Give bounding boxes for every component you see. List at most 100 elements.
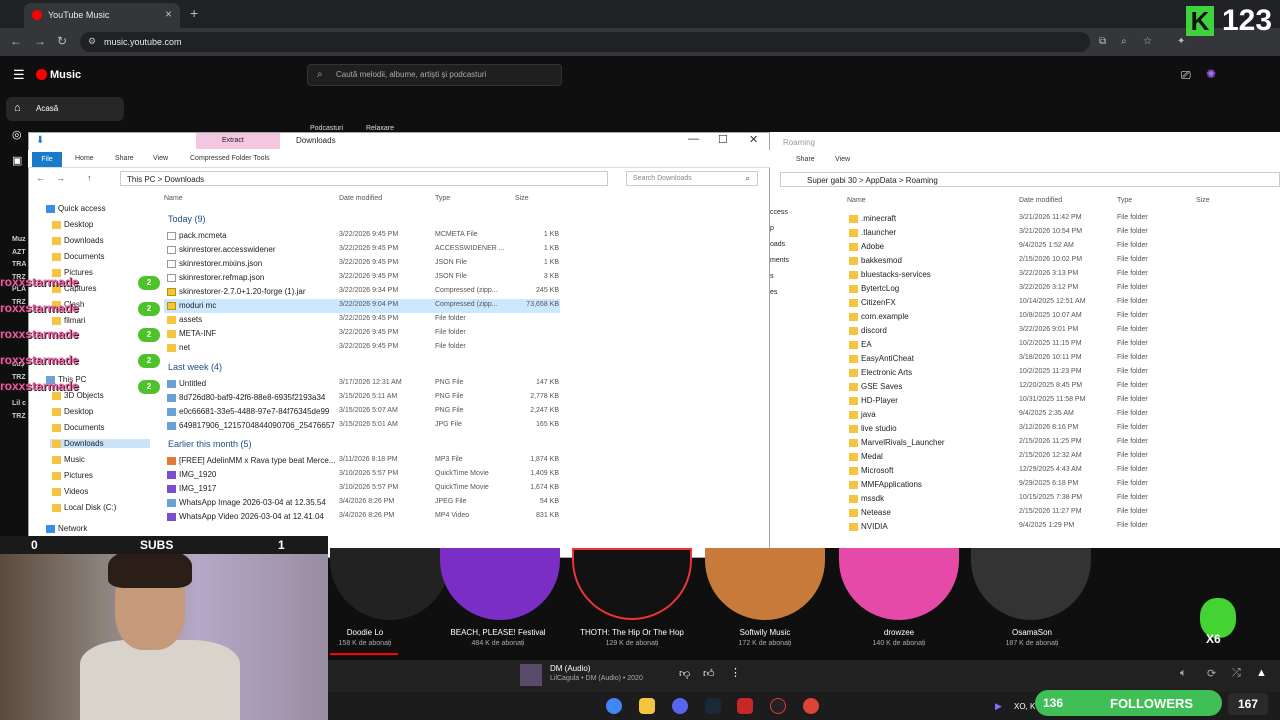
tab-view[interactable]: View	[835, 156, 850, 163]
forward-icon[interactable]: →	[56, 173, 65, 183]
zoom-icon[interactable]: ⌕	[1121, 36, 1127, 47]
steam-icon[interactable]	[705, 698, 721, 714]
breadcrumb[interactable]: Super gabi 30	[807, 176, 857, 185]
sidebar-item[interactable]: Lil c	[12, 398, 26, 411]
more-icon[interactable]: ⋮	[730, 666, 741, 679]
up-icon[interactable]: ↑	[87, 173, 92, 183]
maximize-icon[interactable]: ☐	[718, 133, 728, 146]
nav-item[interactable]: Downloads	[50, 236, 150, 245]
obs-icon[interactable]	[770, 698, 786, 714]
music-tray-icon[interactable]: ▶	[995, 701, 1002, 712]
nav-item[interactable]: Local Disk (C:)	[50, 503, 150, 512]
folder-row[interactable]: NVIDIA 9/4/2025 1:29 PM File folder	[847, 521, 1267, 535]
file-row[interactable]: Untitled 3/17/2026 12:31 AM PNG File 147 KB	[164, 377, 560, 391]
artist-name[interactable]: OsamaSon	[967, 628, 1097, 637]
tab-share[interactable]: Share	[115, 155, 134, 162]
file-explorer-icon[interactable]	[639, 698, 655, 714]
file-row[interactable]: skinrestorer.refmap.json 3/22/2026 9:45 P…	[164, 271, 560, 285]
nav-item[interactable]: oads	[770, 237, 789, 253]
file-row[interactable]: pack.mcmeta 3/22/2026 9:45 PM MCMETA File 1…	[164, 229, 560, 243]
song-subtitle[interactable]: LilCagula • DM (Audio) • 2020	[550, 675, 643, 682]
column-size[interactable]: Size	[1196, 197, 1210, 204]
group-today[interactable]: Today (9)	[168, 214, 206, 224]
menu-icon[interactable]: ☰	[13, 67, 25, 83]
folder-row[interactable]: CitizenFX 10/14/2025 12:51 AM File folder	[847, 297, 1267, 311]
column-name[interactable]: Name	[164, 195, 183, 202]
folder-row[interactable]: Microsoft 12/29/2025 4:43 AM File folder	[847, 465, 1267, 479]
folder-row[interactable]: live studio 3/12/2026 8:16 PM File folder	[847, 423, 1267, 437]
breadcrumb[interactable]: AppData	[866, 176, 897, 185]
chrome-icon[interactable]	[606, 698, 622, 714]
file-row[interactable]: [FREE] AdelinMM x Rava type beat Merce..…	[164, 454, 560, 468]
column-type[interactable]: Type	[1117, 197, 1132, 204]
nav-item[interactable]: Videos	[50, 487, 150, 496]
folder-row[interactable]: .minecraft 3/21/2026 11:42 PM File folder	[847, 213, 1267, 227]
nav-item[interactable]: Documents	[50, 423, 150, 432]
nav-item[interactable]: Downloads	[50, 439, 150, 448]
explore-icon[interactable]: ◎	[12, 128, 22, 141]
file-row[interactable]: IMG_1917 3/10/2026 5:57 PM QuickTime Movie…	[164, 482, 560, 496]
app-icon[interactable]	[737, 698, 753, 714]
tab-file[interactable]: File	[32, 152, 62, 167]
folder-row[interactable]: .tlauncher 3/21/2026 10:54 PM File folder	[847, 227, 1267, 241]
nav-item[interactable]: s	[770, 269, 789, 285]
volume-icon[interactable]: 🔈︎	[1180, 667, 1187, 680]
minimize-icon[interactable]: —	[688, 133, 699, 145]
nav-item[interactable]: ccess	[770, 205, 789, 221]
tab-compressed-folder-tools[interactable]: Compressed Folder Tools	[190, 155, 270, 162]
nav-item[interactable]: Desktop	[50, 407, 150, 416]
file-row[interactable]: META-INF 3/22/2026 9:45 PM File folder	[164, 327, 560, 341]
folder-row[interactable]: HD-Player 10/31/2025 11:58 PM File folder	[847, 395, 1267, 409]
address-bar[interactable]: ⚙ music.youtube.com	[80, 32, 1090, 52]
file-row[interactable]: skinrestorer.mixins.json 3/22/2026 9:45 P…	[164, 257, 560, 271]
breadcrumb[interactable]: Downloads	[165, 175, 205, 184]
folder-row[interactable]: mssdk 10/15/2025 7:38 PM File folder	[847, 493, 1267, 507]
tab-home[interactable]: Home	[75, 155, 94, 162]
folder-row[interactable]: bakkesmod 2/15/2026 10:02 PM File folder	[847, 255, 1267, 269]
column-date[interactable]: Date modified	[339, 195, 382, 202]
group-last-week[interactable]: Last week (4)	[168, 362, 222, 372]
back-icon[interactable]: ←	[10, 34, 22, 48]
file-row[interactable]: WhatsApp Image 2026-03-04 at 12.35.54 3/4…	[164, 496, 560, 510]
folder-row[interactable]: BytertcLog 3/22/2026 3:12 PM File folder	[847, 283, 1267, 297]
artist-name[interactable]: drowzee	[834, 628, 964, 637]
nav-item[interactable]: Network	[44, 524, 144, 533]
group-earlier[interactable]: Earlier this month (5)	[168, 439, 252, 449]
breadcrumb[interactable]: Roaming	[906, 176, 938, 185]
folder-row[interactable]: Netease 2/15/2026 11:27 PM File folder	[847, 507, 1267, 521]
folder-row[interactable]: MMFApplications 9/29/2025 6:18 PM File fol…	[847, 479, 1267, 493]
nav-item[interactable]: p	[770, 221, 789, 237]
shuffle-icon[interactable]: ⤮	[1232, 667, 1241, 680]
progress-bar[interactable]	[330, 653, 398, 655]
reload-icon[interactable]: ↻	[57, 34, 67, 48]
folder-row[interactable]: EA 10/2/2025 11:15 PM File folder	[847, 339, 1267, 353]
expand-icon[interactable]: ▲	[1256, 667, 1267, 679]
folder-row[interactable]: Medal 2/15/2026 12:32 AM File folder	[847, 451, 1267, 465]
nav-item[interactable]: Desktop	[50, 220, 150, 229]
folder-row[interactable]: MarvelRivals_Launcher 2/15/2026 11:25 PM F…	[847, 437, 1267, 451]
sidebar-item[interactable]: TRZ	[12, 411, 26, 424]
column-name[interactable]: Name	[847, 197, 866, 204]
avatar[interactable]: ✺	[1206, 67, 1216, 81]
chip-relax[interactable]: Relaxare	[366, 125, 394, 132]
artist-name[interactable]: Softwily Music	[700, 628, 830, 637]
forward-icon[interactable]: →	[34, 34, 46, 48]
close-icon[interactable]: ×	[165, 7, 172, 21]
folder-row[interactable]: discord 3/22/2026 9:01 PM File folder	[847, 325, 1267, 339]
browser-tab[interactable]: YouTube Music ×	[24, 3, 180, 28]
nav-home[interactable]: ⌂ Acasă	[6, 97, 124, 121]
tab-view[interactable]: View	[153, 155, 168, 162]
file-row[interactable]: 649817906_1215704844090706_254766574... 3…	[164, 419, 560, 433]
file-row[interactable]: assets 3/22/2026 9:45 PM File folder	[164, 313, 560, 327]
file-row[interactable]: e0c66681-33e5-4488-97e7-84f76345de99 3/15…	[164, 405, 560, 419]
discord-icon[interactable]	[672, 698, 688, 714]
file-row[interactable]: 8d726d80-baf9-42f6-88e8-6935f2193a34 3/15…	[164, 391, 560, 405]
extensions-icon[interactable]: ✦	[1177, 36, 1185, 47]
sidebar-item[interactable]: AZT	[12, 247, 26, 260]
nav-item[interactable]: Quick access	[44, 204, 144, 213]
folder-row[interactable]: Adobe 9/4/2025 1:52 AM File folder	[847, 241, 1267, 255]
column-size[interactable]: Size	[515, 195, 529, 202]
folder-row[interactable]: Electronic Arts 10/2/2025 11:23 PM File fo…	[847, 367, 1267, 381]
quick-save-icon[interactable]: ⬇	[36, 135, 44, 146]
chip-podcasts[interactable]: Podcasturi	[310, 125, 343, 132]
